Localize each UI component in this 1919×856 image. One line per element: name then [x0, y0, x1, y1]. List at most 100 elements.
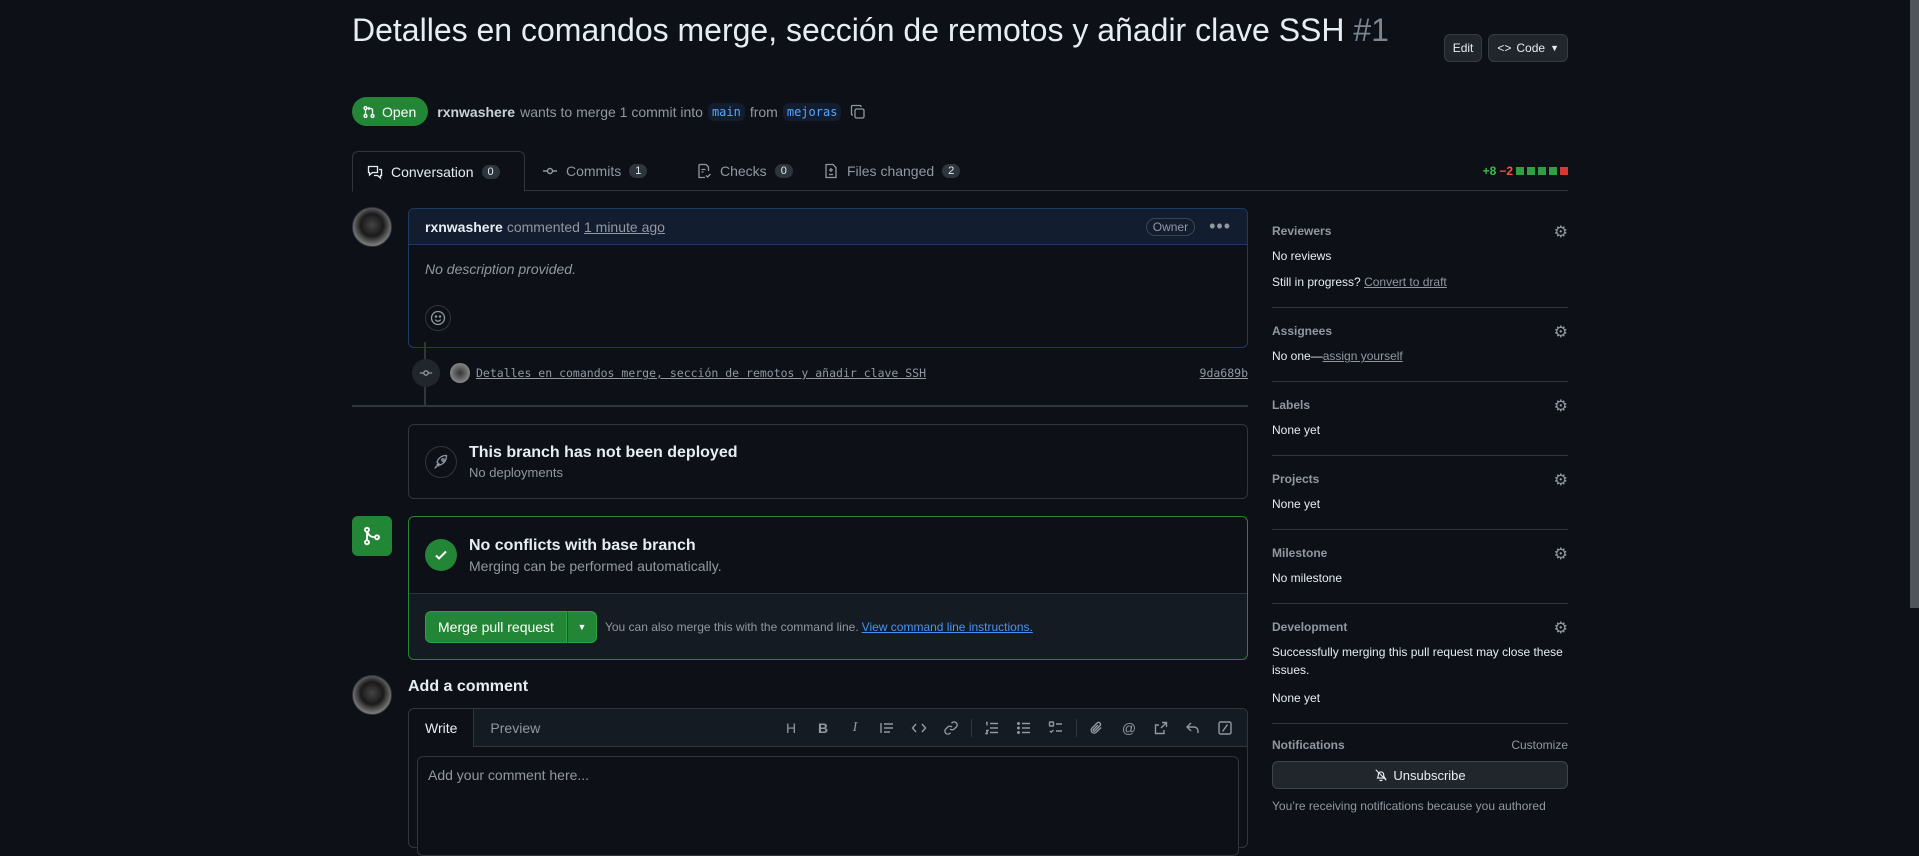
tab-label: Conversation — [391, 163, 474, 180]
avatar[interactable] — [352, 675, 392, 715]
deployment-box: This branch has not been deployed No dep… — [408, 424, 1248, 499]
kebab-horizontal-icon[interactable]: ••• — [1209, 216, 1231, 237]
git-commit-icon — [412, 359, 440, 387]
paperclip-icon[interactable] — [1081, 712, 1113, 744]
code-button-label: Code — [1516, 41, 1546, 55]
labels-value: None yet — [1272, 423, 1321, 437]
deploy-subtitle: No deployments — [469, 464, 563, 480]
tab-checks[interactable]: Checks 0 — [682, 151, 807, 191]
code-button[interactable]: <> Code ▼ — [1488, 34, 1568, 62]
comment-header: rxnwashere commented 1 minute ago Owner … — [409, 209, 1247, 245]
tab-label: Checks — [720, 163, 767, 179]
merge-status-subtitle: Merging can be performed automatically. — [469, 557, 722, 574]
comment-editor: Write Preview H B I @ Add your comment h… — [408, 708, 1248, 856]
gear-icon[interactable]: ⚙ — [1554, 322, 1568, 342]
tab-label: Files changed — [847, 163, 935, 179]
pr-number: #1 — [1353, 12, 1389, 48]
tab-count: 2 — [942, 164, 961, 178]
bold-icon[interactable]: B — [807, 712, 839, 744]
caret-down-icon: ▼ — [577, 621, 587, 632]
diffstat-block — [1527, 167, 1535, 175]
bell-slash-icon — [1375, 769, 1388, 782]
check-icon — [425, 539, 457, 571]
tab-commits[interactable]: Commits 1 — [528, 151, 661, 191]
merge-hint: You can also merge this with the command… — [604, 619, 859, 634]
reviewers-value: No reviews — [1272, 249, 1332, 263]
tab-count: 1 — [629, 164, 648, 178]
gear-icon[interactable]: ⚙ — [1554, 396, 1568, 416]
assign-yourself-link[interactable]: assign yourself — [1323, 349, 1403, 363]
pr-author-link[interactable]: rxnwashere — [437, 104, 515, 120]
add-reaction-button[interactable] — [425, 305, 451, 331]
projects-value: None yet — [1272, 497, 1321, 511]
numbered-list-icon[interactable] — [976, 712, 1008, 744]
italic-icon[interactable]: I — [839, 712, 871, 744]
timeline-divider — [352, 405, 1248, 407]
comment-timestamp[interactable]: 1 minute ago — [584, 219, 665, 235]
status-label: Open — [382, 103, 417, 120]
slash-commands-icon[interactable] — [1209, 712, 1241, 744]
commit-message-link[interactable]: Detalles en comandos merge, sección de r… — [476, 366, 926, 380]
command-line-instructions-link[interactable]: View command line instructions. — [862, 620, 1033, 634]
unsubscribe-button[interactable]: Unsubscribe — [1272, 761, 1568, 789]
sidebar-notifications: Notifications Customize Unsubscribe You’… — [1272, 724, 1568, 831]
diffstat-block — [1516, 167, 1524, 175]
convert-to-draft-link[interactable]: Convert to draft — [1364, 275, 1447, 289]
unordered-list-icon[interactable] — [1008, 712, 1040, 744]
comment-action: commented — [506, 218, 580, 235]
pr-from-text: from — [749, 103, 778, 120]
customize-link[interactable]: Customize — [1511, 738, 1568, 752]
header-actions: Edit <> Code ▼ — [1443, 34, 1568, 62]
scrollbar[interactable] — [1910, 0, 1919, 608]
merge-button-group: Merge pull request ▼ — [425, 610, 597, 643]
quote-icon[interactable] — [871, 712, 903, 744]
page-title: Detalles en comandos merge, sección de r… — [352, 10, 1392, 50]
commit-sha-link[interactable]: 9da689b — [1200, 366, 1248, 380]
edit-button[interactable]: Edit — [1443, 34, 1483, 62]
diffstat-block — [1549, 167, 1557, 175]
diffstat-block — [1538, 167, 1546, 175]
pr-description-comment: rxnwashere commented 1 minute ago Owner … — [408, 208, 1248, 348]
pr-meta: Open rxnwashere wants to merge 1 commit … — [352, 97, 866, 126]
tab-write[interactable]: Write — [409, 709, 475, 747]
diffstat: +8 −2 — [1483, 164, 1568, 178]
sidebar: Reviewers ⚙ No reviews Still in progress… — [1272, 208, 1568, 831]
comment-body: No description provided. — [425, 261, 576, 277]
tab-preview[interactable]: Preview — [474, 709, 556, 746]
link-icon[interactable] — [935, 712, 967, 744]
tasklist-icon[interactable] — [1040, 712, 1072, 744]
comment-textarea[interactable]: Add your comment here... — [417, 756, 1239, 856]
git-merge-icon — [352, 516, 392, 556]
base-branch[interactable]: main — [707, 102, 745, 121]
comment-author[interactable]: rxnwashere — [425, 219, 503, 235]
tab-conversation[interactable]: Conversation 0 — [352, 151, 525, 192]
heading-icon[interactable]: H — [775, 712, 807, 744]
draft-hint: Still in progress? Convert to draft — [1272, 273, 1568, 291]
gear-icon[interactable]: ⚙ — [1554, 222, 1568, 242]
sidebar-section-title: Reviewers — [1272, 224, 1332, 238]
head-branch[interactable]: mejoras — [782, 102, 842, 121]
code-icon[interactable] — [903, 712, 935, 744]
merge-pull-request-button[interactable]: Merge pull request — [425, 610, 567, 643]
mention-icon[interactable]: @ — [1113, 712, 1145, 744]
status-badge: Open — [352, 97, 429, 126]
avatar[interactable] — [450, 363, 470, 383]
milestone-value: No milestone — [1272, 571, 1343, 585]
git-pull-request-icon — [363, 105, 375, 118]
merge-status: No conflicts with base branch Merging ca… — [409, 517, 1247, 594]
cross-reference-icon[interactable] — [1145, 712, 1177, 744]
gear-icon[interactable]: ⚙ — [1554, 544, 1568, 564]
gear-icon[interactable]: ⚙ — [1554, 618, 1568, 638]
git-commit-icon — [543, 167, 557, 175]
draft-hint-text: Still in progress? — [1272, 275, 1361, 289]
code-icon: <> — [1497, 41, 1512, 55]
copy-icon[interactable] — [850, 104, 866, 120]
sidebar-section-title: Development — [1272, 620, 1348, 634]
gear-icon[interactable]: ⚙ — [1554, 470, 1568, 490]
tab-files-changed[interactable]: Files changed 2 — [809, 151, 974, 191]
reply-icon[interactable] — [1177, 712, 1209, 744]
merge-options-dropdown[interactable]: ▼ — [566, 610, 597, 643]
add-comment-title: Add a comment — [408, 678, 529, 695]
avatar[interactable] — [352, 207, 392, 247]
sidebar-section-title: Milestone — [1272, 546, 1328, 560]
